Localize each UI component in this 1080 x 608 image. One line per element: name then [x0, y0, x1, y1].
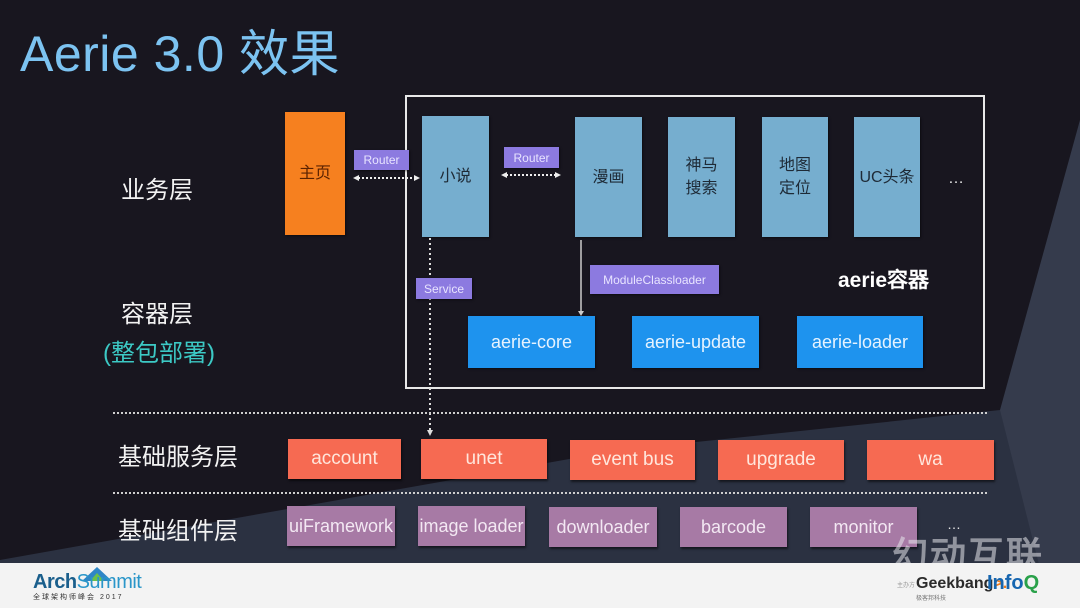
- container-module-aerie-core[interactable]: aerie-core: [468, 316, 595, 368]
- business-more-ellipsis: …: [948, 170, 965, 187]
- layer-note-container: (整包部署): [103, 340, 215, 367]
- archsummit-logo-main: Arch: [33, 571, 77, 593]
- geekbang-logo-subtitle: 极客邦科技: [916, 596, 947, 602]
- container-module-aerie-update[interactable]: aerie-update: [632, 316, 759, 368]
- base-service-unet[interactable]: unet: [421, 439, 547, 479]
- module-map-location[interactable]: 地图 定位: [762, 117, 828, 237]
- layer-label-business: 业务层: [121, 177, 193, 204]
- container-module-aerie-loader[interactable]: aerie-loader: [797, 316, 923, 368]
- router-label-1: Router: [354, 150, 409, 170]
- layer-divider-1: [113, 412, 987, 414]
- module-label: 小说: [439, 168, 472, 185]
- layer-label-container: 容器层: [121, 301, 193, 328]
- slide-title: Aerie 3.0 效果: [20, 26, 341, 82]
- aerie-container-title: aerie容器: [838, 269, 930, 292]
- service-label: Service: [416, 278, 472, 299]
- module-shenma-search[interactable]: 神马 搜索: [668, 117, 735, 237]
- module-label: 地图 定位: [778, 157, 811, 197]
- layer-divider-2: [113, 492, 987, 494]
- module-uc-headline[interactable]: UC头条: [854, 117, 920, 237]
- archsummit-logo-subtitle: 全球架构师峰会 2017: [33, 594, 124, 601]
- geekbang-logo-main: Geekbang: [916, 575, 994, 592]
- module-novel[interactable]: 小说: [422, 116, 489, 237]
- base-component-uiframework[interactable]: uiFramework: [287, 506, 395, 546]
- layer-label-base-service: 基础服务层: [118, 444, 238, 471]
- router-label-2: Router: [504, 147, 559, 168]
- module-comic[interactable]: 漫画: [575, 117, 642, 237]
- base-service-event-bus[interactable]: event bus: [570, 440, 695, 480]
- module-label: 主页: [298, 165, 331, 182]
- infoq-logo-main: Info: [987, 572, 1024, 594]
- archsummit-logo-accent: Summit: [76, 571, 142, 593]
- base-service-upgrade[interactable]: upgrade: [718, 440, 844, 480]
- infoq-logo-accent: Q: [1023, 572, 1040, 594]
- base-service-account[interactable]: account: [288, 439, 401, 479]
- module-label: UC头条: [859, 168, 915, 186]
- host-label: 主办方: [897, 583, 916, 589]
- archsummit-logo: ArchSummit: [33, 571, 142, 594]
- layer-label-base-component: 基础组件层: [118, 518, 238, 545]
- module-home[interactable]: 主页: [285, 112, 345, 235]
- base-service-wa[interactable]: wa: [867, 440, 994, 480]
- module-label: 神马 搜索: [685, 157, 718, 197]
- base-component-barcode[interactable]: barcode: [680, 507, 787, 547]
- infoq-logo: InfoQ: [987, 572, 1039, 595]
- module-classloader-label: ModuleClassloader: [590, 265, 719, 294]
- base-component-image-loader[interactable]: image loader: [418, 506, 525, 546]
- base-component-downloader[interactable]: downloader: [549, 507, 657, 547]
- module-label: 漫画: [592, 168, 625, 186]
